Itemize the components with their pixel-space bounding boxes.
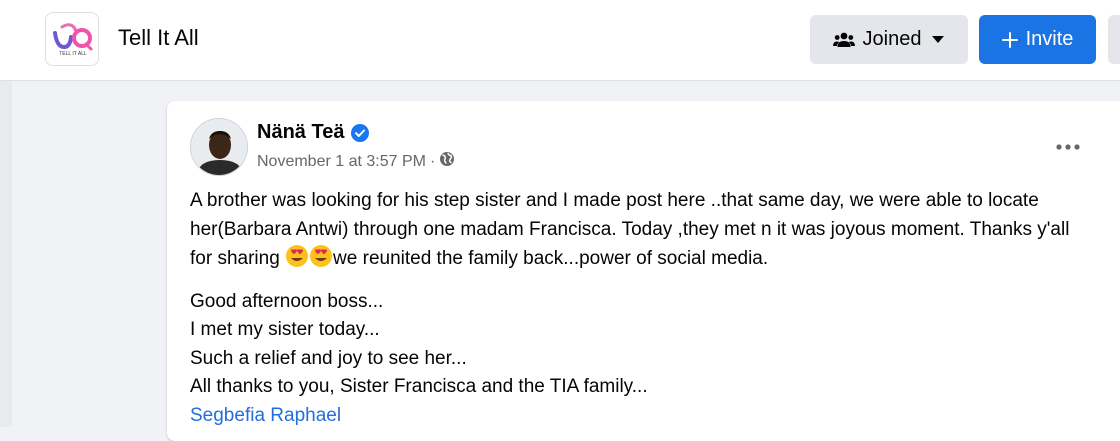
more-actions-button[interactable] <box>1108 15 1120 64</box>
tia-logo-icon: TELL IT ALL <box>53 23 93 57</box>
more-dots-icon[interactable] <box>1056 137 1080 155</box>
globe-icon[interactable] <box>439 151 455 172</box>
mention-link[interactable]: Segbefia Raphael <box>190 402 1090 431</box>
post-author[interactable]: Nänä Teä <box>257 121 370 144</box>
post-card: Nänä Teä November 1 at 3:57 PM · A broth… <box>167 101 1120 441</box>
post-paragraph: A brother was looking for his step siste… <box>190 187 1090 278</box>
group-title[interactable]: Tell It All <box>118 25 199 51</box>
invite-label: Invite <box>1025 28 1074 50</box>
post-text: A brother was looking for his step siste… <box>190 187 1090 430</box>
avatar[interactable] <box>190 118 248 176</box>
joined-label: Joined <box>862 28 922 50</box>
invite-button[interactable]: Invite <box>979 15 1096 64</box>
left-sidebar-edge <box>0 81 12 427</box>
meta-separator: · <box>429 152 436 170</box>
post-meta: November 1 at 3:57 PM · <box>257 151 455 172</box>
group-header: TELL IT ALL Tell It All Joined Invite <box>0 0 1120 81</box>
post-line: Good afternoon boss... <box>190 290 384 312</box>
caret-down-icon <box>931 35 945 44</box>
post-line: Such a relief and joy to see her... <box>190 347 467 369</box>
heart-eyes-emoji-icon <box>285 244 309 278</box>
verified-badge-icon <box>351 123 370 142</box>
post-timestamp[interactable]: November 1 at 3:57 PM <box>257 153 426 171</box>
post-text-part-2: we reunited the family back...power of s… <box>333 248 769 269</box>
people-icon <box>832 31 855 49</box>
author-name[interactable]: Nänä Teä <box>257 121 344 144</box>
post-line: I met my sister today... <box>190 319 380 340</box>
plus-icon <box>1001 31 1018 48</box>
joined-button[interactable]: Joined <box>810 15 968 64</box>
svg-text:TELL IT ALL: TELL IT ALL <box>59 51 87 57</box>
group-logo[interactable]: TELL IT ALL <box>45 12 99 66</box>
post-quote: Good afternoon boss... I met my sister t… <box>190 288 1090 431</box>
heart-eyes-emoji-icon <box>309 244 333 278</box>
post-line: All thanks to you, Sister Francisca and … <box>190 376 648 397</box>
